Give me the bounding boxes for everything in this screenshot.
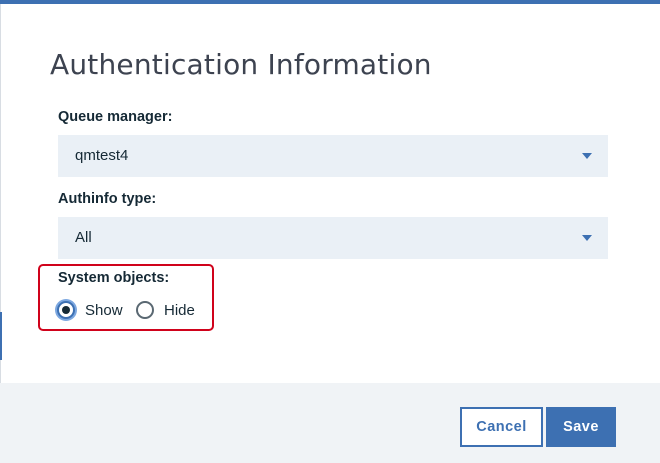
dialog-footer: Cancel Save: [0, 383, 660, 463]
radio-hide[interactable]: Hide: [136, 300, 195, 320]
radio-unchecked-icon[interactable]: [136, 301, 154, 319]
queue-manager-select[interactable]: qmtest4: [58, 135, 608, 177]
save-button[interactable]: Save: [546, 407, 616, 447]
authentication-information-dialog: Authentication Information Queue manager…: [0, 0, 660, 463]
background-panel-edge: [0, 312, 2, 360]
radio-hide-label: Hide: [164, 301, 195, 319]
system-objects-label: System objects:: [58, 270, 170, 286]
radio-show[interactable]: Show: [57, 300, 123, 320]
chevron-down-icon: [582, 235, 592, 241]
radio-show-label: Show: [85, 301, 123, 319]
queue-manager-value: qmtest4: [75, 147, 129, 164]
dialog-title: Authentication Information: [50, 48, 432, 81]
chevron-down-icon: [582, 153, 592, 159]
queue-manager-label: Queue manager:: [58, 109, 173, 125]
cancel-button[interactable]: Cancel: [460, 407, 543, 447]
authinfo-type-value: All: [75, 229, 92, 246]
authinfo-type-select[interactable]: All: [58, 217, 608, 259]
top-accent-bar: [0, 0, 660, 4]
authinfo-type-label: Authinfo type:: [58, 191, 157, 207]
radio-checked-icon[interactable]: [57, 301, 75, 319]
